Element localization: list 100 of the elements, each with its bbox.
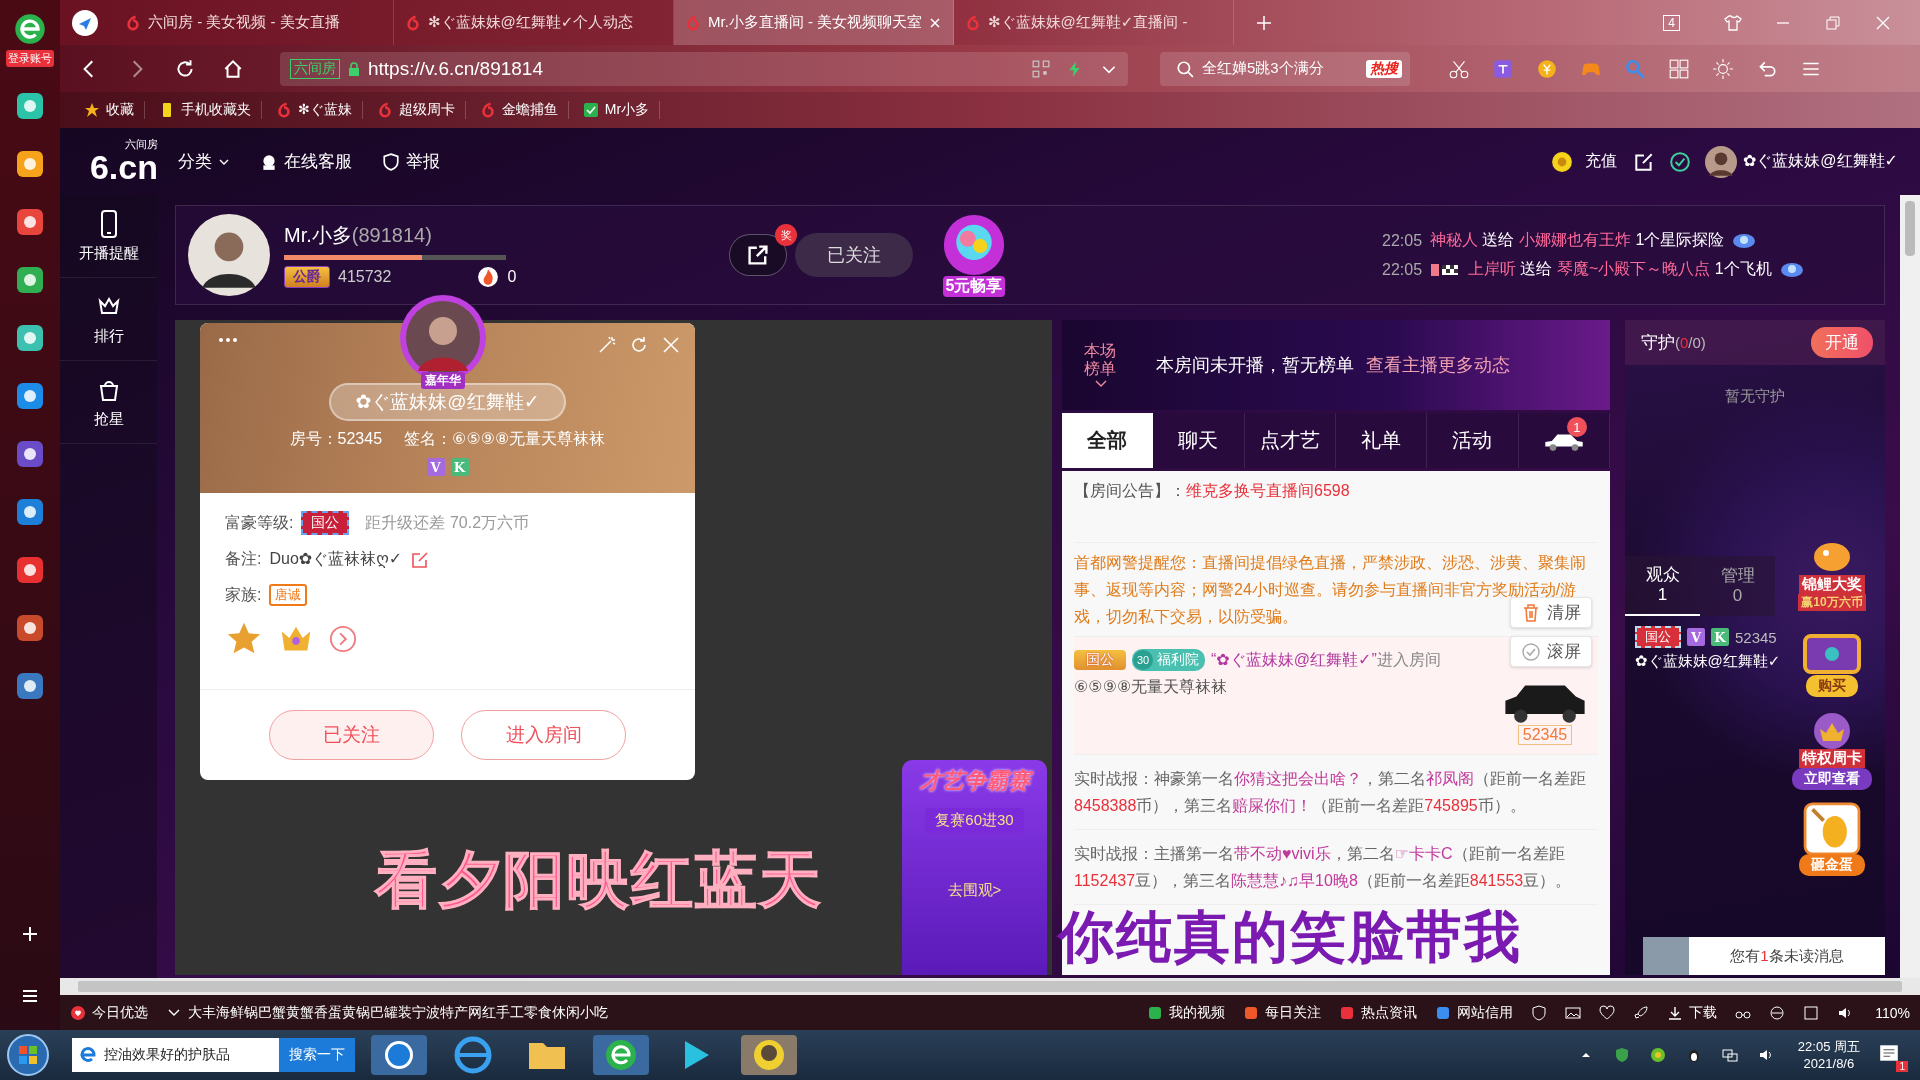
promo-label[interactable]: 5元畅享: [942, 275, 1006, 297]
search-field[interactable]: 全红婵5跳3个满分 热搜: [1160, 51, 1410, 86]
app-shortcut-icon[interactable]: [15, 381, 45, 411]
username-menu[interactable]: ✿ぐ蓝妹妹@红舞鞋✓: [1742, 151, 1898, 172]
chat-app-icon[interactable]: [1649, 1047, 1666, 1063]
chat-tab[interactable]: 1: [1518, 413, 1610, 468]
shield-icon[interactable]: [1531, 1004, 1548, 1021]
streamer-updates-link[interactable]: 查看主播更多动态: [1366, 353, 1510, 377]
start-button[interactable]: [6, 1033, 50, 1077]
browser-logo-icon[interactable]: [13, 12, 47, 46]
status-bar-link[interactable]: 热点资讯: [1339, 1003, 1418, 1022]
status-bar-link[interactable]: 我的视频: [1147, 1003, 1226, 1022]
next-icon[interactable]: [329, 625, 357, 653]
report-link[interactable]: 举报: [382, 150, 440, 173]
app-shortcut-icon[interactable]: [15, 207, 45, 237]
horizontal-scrollbar[interactable]: [60, 978, 1920, 995]
app-shortcut-icon[interactable]: [15, 613, 45, 643]
qr-code-icon[interactable]: [1032, 59, 1050, 78]
site-nav-item[interactable]: 抢星: [60, 361, 157, 444]
volume-icon[interactable]: [1757, 1047, 1774, 1063]
buy-button[interactable]: 购买: [1806, 675, 1858, 697]
app-shortcut-icon[interactable]: [15, 497, 45, 527]
auto-scroll-button[interactable]: 滚屏: [1510, 636, 1592, 667]
hot-search-label[interactable]: 热搜: [1366, 59, 1402, 78]
app-shortcut-icon[interactable]: [15, 671, 45, 701]
bookmark-item[interactable]: 收藏: [74, 101, 145, 119]
contest-widget[interactable]: 才艺争霸赛 复赛60进30 去围观>: [902, 760, 1047, 975]
app-shortcut-icon[interactable]: [15, 149, 45, 179]
more-icon[interactable]: [218, 337, 238, 343]
heartbeat-icon[interactable]: [1599, 1004, 1616, 1021]
app-shortcut-icon[interactable]: [15, 555, 45, 585]
download-button[interactable]: 下载: [1667, 1003, 1718, 1022]
orb-icon[interactable]: [943, 213, 1005, 276]
browser-tab[interactable]: Mr.小多直播间 - 美女视频聊天室: [674, 0, 954, 45]
recharge-link[interactable]: 充值: [1584, 151, 1617, 172]
close-icon[interactable]: [661, 335, 681, 355]
customer-service-link[interactable]: 在线客服: [260, 150, 352, 173]
app-shortcut-icon[interactable]: [15, 91, 45, 121]
home-icon[interactable]: [222, 57, 244, 80]
compass-icon[interactable]: [70, 7, 100, 38]
unread-message-bar[interactable]: 您有1条未读消息: [1643, 937, 1885, 975]
audience-tab[interactable]: 管理 0: [1700, 556, 1775, 616]
bookmark-item[interactable]: 超级周卡: [366, 101, 466, 119]
bookmark-item[interactable]: ✻ぐ蓝妹: [266, 101, 363, 119]
promo-title[interactable]: 锦鲤大奖: [1799, 575, 1865, 594]
search-button[interactable]: 搜索一下: [279, 1038, 355, 1072]
check-circle-icon[interactable]: [1668, 150, 1691, 173]
chat-tab[interactable]: 聊天: [1153, 413, 1245, 468]
app-shortcut-icon[interactable]: [15, 323, 45, 353]
chat-tab[interactable]: 活动: [1427, 413, 1519, 468]
brightness-icon[interactable]: [1712, 57, 1734, 80]
category-menu[interactable]: 分类: [178, 150, 230, 173]
address-field[interactable]: 六间房 https://v.6.cn/891814: [280, 51, 1128, 86]
status-bar-link[interactable]: 每日关注: [1243, 1003, 1322, 1022]
site-nav-item[interactable]: 排行: [60, 278, 157, 361]
magic-wand-icon[interactable]: [597, 335, 617, 355]
rocket-icon[interactable]: [1633, 1004, 1650, 1021]
coin-icon[interactable]: [1536, 57, 1558, 80]
refresh-icon[interactable]: [629, 335, 649, 355]
vertical-scrollbar[interactable]: [1900, 195, 1920, 978]
music-app-icon[interactable]: [739, 1033, 799, 1077]
window-icon[interactable]: [1803, 1004, 1820, 1021]
taskbar-search-field[interactable]: 控油效果好的护肤品: [72, 1038, 279, 1072]
bookmark-item[interactable]: 手机收藏夹: [149, 101, 262, 119]
clear-screen-button[interactable]: 清屏: [1510, 597, 1592, 628]
status-bar-link[interactable]: 网站信用: [1435, 1003, 1514, 1022]
image-icon[interactable]: [1565, 1004, 1582, 1021]
audience-tab[interactable]: 观众 1: [1625, 556, 1700, 616]
action-center-icon[interactable]: [1878, 1042, 1900, 1064]
avatar[interactable]: [1704, 145, 1737, 178]
streamer-avatar[interactable]: [188, 214, 270, 296]
site-nav-item[interactable]: 开播提醒: [60, 195, 157, 278]
viewer-name[interactable]: ✿ぐ蓝妹妹@红舞鞋✓: [1635, 652, 1875, 671]
browser-app-icon[interactable]: [591, 1033, 651, 1077]
taskbar-app-icon[interactable]: [369, 1033, 429, 1077]
close-tab-icon[interactable]: [929, 16, 941, 29]
watch-link[interactable]: 去围观>: [947, 881, 1002, 900]
news-ticker[interactable]: 大丰海鲜锅巴蟹黄蟹香蛋黄锅巴罐装宁波特产网红手工零食休闲小吃: [166, 1003, 608, 1022]
zoom-level[interactable]: 110%: [1875, 1004, 1910, 1021]
chat-tab[interactable]: 礼单: [1336, 413, 1428, 468]
ranking-toggle[interactable]: 本场榜单: [1084, 342, 1118, 388]
translate-icon[interactable]: [1492, 57, 1514, 80]
grid-icon[interactable]: [1668, 57, 1690, 80]
enter-room-button[interactable]: 进入房间: [461, 710, 626, 760]
system-clock[interactable]: 22:05 周五 2021/8/6: [1797, 1038, 1860, 1072]
bookmark-item[interactable]: 金蟾捕鱼: [469, 101, 569, 119]
follow-button[interactable]: 已关注: [795, 233, 913, 277]
chat-tab[interactable]: 点才艺: [1244, 413, 1336, 468]
new-tab-icon[interactable]: [1256, 14, 1272, 31]
app-shortcut-icon[interactable]: [15, 265, 45, 295]
app-shortcut-icon[interactable]: [15, 439, 45, 469]
shirt-icon[interactable]: [1723, 12, 1743, 33]
bookmark-item[interactable]: Mr小多: [572, 101, 661, 119]
daily-picks-link[interactable]: 今日优选: [70, 1003, 148, 1022]
promo-title[interactable]: 特权周卡: [1799, 749, 1865, 768]
login-label[interactable]: 登录账号: [6, 50, 54, 67]
network-icon[interactable]: [1721, 1047, 1738, 1063]
site-logo[interactable]: 六间房 6.cn: [68, 139, 158, 184]
view-now-button[interactable]: 立即查看: [1792, 768, 1872, 790]
browser-icon[interactable]: [1769, 1004, 1786, 1021]
